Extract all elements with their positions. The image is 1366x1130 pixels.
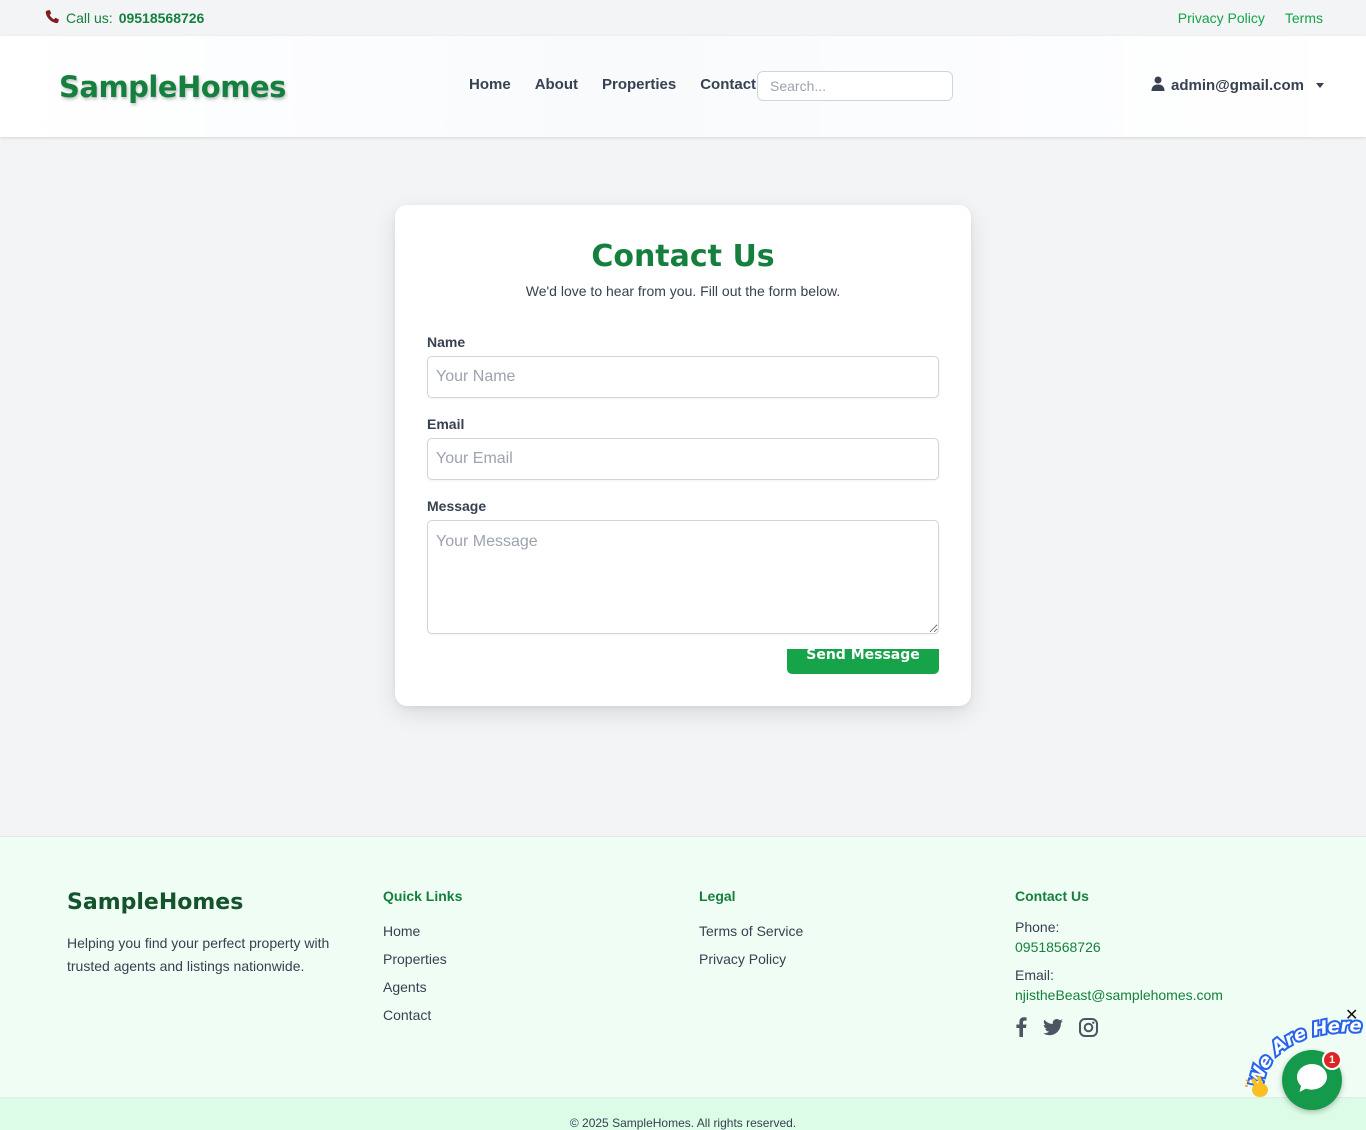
name-input[interactable] — [427, 356, 939, 398]
page-subtitle: We'd love to hear from you. Fill out the… — [525, 283, 841, 299]
message-textarea[interactable] — [427, 520, 939, 634]
twitter-icon[interactable] — [1043, 1018, 1063, 1041]
nav-home[interactable]: Home — [469, 76, 511, 93]
quick-links: Quick Links Home Properties Agents Conta… — [383, 888, 462, 1029]
legal-links: Legal Terms of Service Privacy Policy — [699, 888, 803, 973]
footer-description: Helping you find your perfect property w… — [67, 935, 330, 974]
footer-link-properties[interactable]: Properties — [383, 945, 462, 973]
nav-properties[interactable]: Properties — [602, 76, 676, 93]
call-us-label: Call us: — [66, 10, 113, 26]
quick-links-heading: Quick Links — [383, 888, 463, 904]
top-bar: Call us: 09518568726 Privacy Policy Term… — [0, 0, 1366, 36]
copyright: © 2025 SampleHomes. All rights reserved. — [0, 1097, 1366, 1130]
footer-contact-heading: Contact Us — [1015, 888, 1089, 904]
footer-email[interactable]: njistheBeast@samplehomes.com — [1015, 985, 1223, 1005]
search-input[interactable] — [757, 71, 953, 101]
footer-link-terms-of-service[interactable]: Terms of Service — [699, 917, 803, 945]
footer-link-agents[interactable]: Agents — [383, 973, 462, 1001]
chat-bubble-icon — [1295, 1062, 1329, 1099]
user-menu[interactable]: admin@gmail.com — [1151, 76, 1324, 95]
footer-email-label: Email: — [1015, 967, 1054, 983]
site-header: SampleHomes Home About Properties Contac… — [0, 36, 1366, 137]
footer-contact: Contact Us Phone: 09518568726 Email: nji… — [1015, 888, 1223, 1042]
footer-link-contact[interactable]: Contact — [383, 1001, 462, 1029]
contact-card: Contact Us We'd love to hear from you. F… — [395, 205, 971, 706]
social-links — [1015, 1017, 1223, 1042]
legal-heading: Legal — [699, 888, 736, 904]
site-footer: SampleHomes Helping you find your perfec… — [0, 836, 1366, 1097]
chat-notification-badge: 1 — [1322, 1050, 1342, 1070]
chevron-down-icon — [1316, 83, 1324, 88]
footer-phone-label: Phone: — [1015, 919, 1060, 935]
user-email: admin@gmail.com — [1171, 77, 1304, 94]
name-label: Name — [427, 334, 466, 350]
send-message-button[interactable]: Send Message — [787, 649, 939, 674]
email-input[interactable] — [427, 438, 939, 480]
terms-link[interactable]: Terms — [1285, 10, 1323, 26]
call-us-phone[interactable]: 09518568726 — [119, 10, 205, 26]
page-title: Contact Us — [591, 239, 775, 274]
phone-icon — [44, 9, 60, 28]
footer-brand: SampleHomes — [67, 890, 244, 915]
call-us: Call us: 09518568726 — [44, 9, 204, 28]
instagram-icon[interactable] — [1079, 1017, 1098, 1042]
footer-link-home[interactable]: Home — [383, 917, 462, 945]
nav-about[interactable]: About — [535, 76, 578, 93]
footer-link-privacy-policy[interactable]: Privacy Policy — [699, 945, 803, 973]
message-label: Message — [427, 498, 487, 514]
facebook-icon[interactable] — [1015, 1017, 1027, 1042]
site-logo[interactable]: SampleHomes — [59, 70, 286, 104]
email-label: Email — [427, 416, 465, 432]
close-icon[interactable]: ✕ — [1345, 1005, 1358, 1025]
footer-phone[interactable]: 09518568726 — [1015, 937, 1223, 957]
nav-contact[interactable]: Contact — [700, 76, 756, 93]
user-icon — [1151, 76, 1165, 95]
main-nav: Home About Properties Contact — [469, 76, 756, 93]
privacy-policy-link[interactable]: Privacy Policy — [1178, 10, 1265, 26]
